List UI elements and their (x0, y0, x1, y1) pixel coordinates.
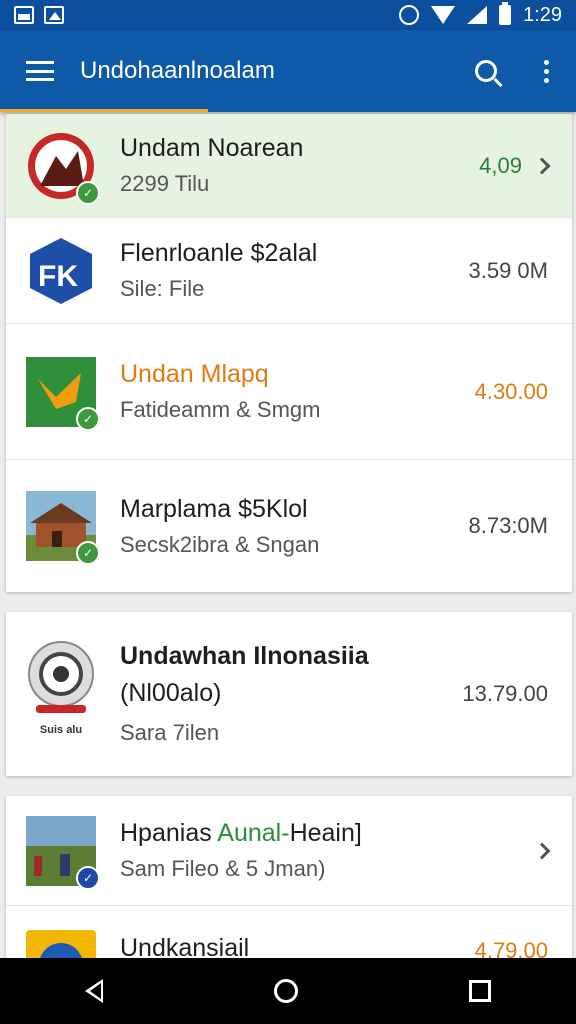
svg-text:FK: FK (38, 260, 78, 293)
status-time: 1:29 (523, 3, 562, 26)
list-card: ✓ Undam Noarean 2299 Tilu 4,09 FK Flenrl… (6, 114, 572, 592)
alarm-icon (399, 5, 420, 25)
red-badge-logo-icon: ✓ (26, 131, 100, 205)
overflow-menu-button[interactable] (516, 30, 576, 112)
item-title: Hpanias Aunal-Heain] (120, 819, 536, 848)
item-price: 3.59 0M (468, 257, 549, 283)
list-item[interactable]: FK Flenrloanle $2alal Sile: File 3.59 0M (6, 218, 572, 324)
gallery-notification-icon (14, 6, 34, 24)
search-icon (475, 60, 497, 82)
image-notification-icon (44, 6, 64, 24)
item-subtitle: Sile: File (120, 276, 205, 301)
app-bar: Undohaanlnoalam (0, 30, 576, 112)
hamburger-icon (26, 61, 54, 81)
chevron-right-icon[interactable] (533, 842, 551, 859)
status-bar: 1:29 (0, 0, 576, 30)
speaker-logo-icon: Suis alu (26, 639, 96, 749)
home-icon[interactable] (273, 979, 298, 1003)
village-photo-icon: ✓ (26, 815, 100, 890)
item-title: Undam Noarean (120, 134, 304, 162)
icon-caption: Suis alu (39, 724, 83, 736)
item-subtitle: Sam Fileo & 5 Jman) (120, 856, 326, 881)
search-button[interactable] (456, 30, 516, 112)
item-price: 4.30.00 (474, 378, 548, 404)
wifi-icon (431, 6, 456, 24)
list-item[interactable]: ✓ Undam Noarean 2299 Tilu 4,09 (6, 114, 572, 218)
verified-badge-icon: ✓ (76, 865, 100, 890)
item-subtitle: Sara 7ilen (120, 720, 220, 745)
item-price: 13.79.00 (462, 681, 548, 706)
item-subtitle: Secsk2ibra & Sngan (120, 531, 320, 557)
item-subtitle: 2299 Tilu (120, 171, 210, 196)
chevron-right-icon[interactable] (533, 157, 551, 174)
list-item[interactable]: Suis alu Undawhan Ilnonasiia (Nl00alo) S… (6, 612, 572, 776)
item-price: 4,09 (479, 152, 522, 178)
item-title-part: Hpanias (120, 819, 218, 847)
menu-button[interactable] (0, 30, 80, 112)
item-title-highlight: Aunal- (217, 819, 290, 847)
item-title: Marplama $5Klol (120, 494, 308, 523)
app-title: Undohaanlnoalam (80, 57, 275, 84)
house-photo-icon: ✓ (26, 491, 100, 565)
list-card: ✓ Hpanias Aunal-Heain] Sam Fileo & 5 Jma… (6, 796, 572, 976)
list-item[interactable]: ✓ Undan Mlapq Fatideamm & Smgm 4.30.00 (6, 324, 572, 460)
blue-shield-logo-icon: FK (26, 236, 96, 306)
list-card: Suis alu Undawhan Ilnonasiia (Nl00alo) S… (6, 612, 572, 776)
item-subtitle: Fatideamm & Smgm (120, 397, 321, 422)
list-item[interactable]: ✓ Hpanias Aunal-Heain] Sam Fileo & 5 Jma… (6, 796, 572, 906)
item-title: Undawhan Ilnonasiia (120, 642, 369, 670)
item-title: Undan Mlapq (120, 360, 269, 388)
recents-icon[interactable] (468, 980, 491, 1002)
verified-badge-icon: ✓ (76, 541, 100, 565)
signal-icon (467, 6, 488, 24)
item-title: Flenrloanle $2alal (120, 239, 318, 267)
back-icon[interactable] (85, 979, 104, 1003)
green-flag-icon: ✓ (26, 356, 100, 431)
item-title-part: Heain] (289, 819, 362, 847)
system-nav-bar (0, 958, 576, 1024)
item-title-line2: (Nl00alo) (120, 679, 222, 707)
battery-icon (499, 2, 512, 25)
list-item[interactable]: ✓ Marplama $5Klol Secsk2ibra & Sngan 8.7… (6, 460, 572, 592)
verified-badge-icon: ✓ (76, 406, 100, 431)
verified-badge-icon: ✓ (76, 180, 100, 205)
item-price: 8.73:0M (468, 513, 549, 538)
tab-indicator (0, 109, 208, 112)
